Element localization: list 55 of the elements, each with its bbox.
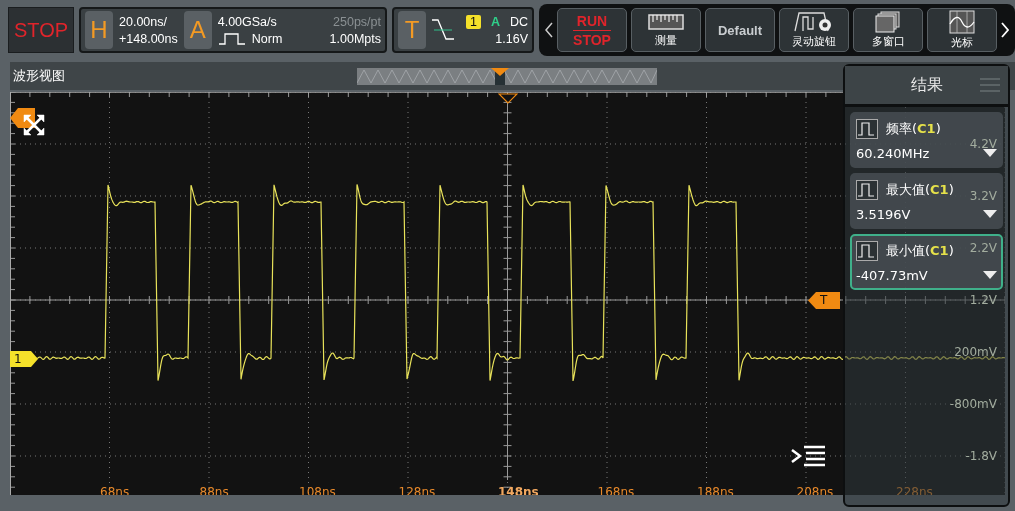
toolbar-button[interactable]: 灵动旋钮 — [779, 8, 849, 52]
trigger-coupling: DC — [509, 14, 528, 29]
menu-icon[interactable] — [790, 444, 826, 468]
sample-rate: 4.00GSa/s — [217, 14, 278, 29]
memory-depth: 1.00Mpts — [329, 31, 381, 46]
voltage-label: 2.2V — [969, 241, 997, 255]
cursor-graph-icon — [949, 10, 975, 34]
trigger-sweep: A — [490, 14, 500, 29]
horizontal-badge: H — [85, 11, 113, 49]
acquire-mode: Norm — [251, 31, 283, 46]
acquire-badge: A — [183, 11, 212, 49]
trigger-level: 1.16V — [495, 31, 528, 46]
measurement-value: 60.240MHz — [856, 145, 930, 161]
measurement-name: 频率(C1) — [886, 120, 941, 139]
trigger-badge: T — [398, 11, 426, 49]
waveform-thumbnail-icon — [856, 180, 878, 201]
chevron-left-icon[interactable] — [545, 22, 553, 38]
view-title: 波形视图 — [13, 67, 65, 85]
falling-edge-icon — [432, 17, 454, 43]
time-offset: +148.00ns — [119, 31, 178, 46]
expand-icon[interactable] — [22, 113, 46, 137]
voltage-label: 1.2V — [969, 293, 997, 307]
measurement-name: 最大值(C1) — [886, 181, 954, 200]
toolbar-button[interactable]: 多窗口 — [853, 8, 923, 52]
dropdown-caret-icon[interactable] — [983, 271, 997, 280]
toolbar-button[interactable]: 光标 — [927, 8, 997, 52]
trigger-level-marker[interactable]: T — [808, 292, 840, 309]
results-title: 结果 — [910, 74, 943, 96]
trigger-source-badge: 1 — [465, 14, 481, 29]
waveform-thumbnail-icon — [856, 241, 878, 262]
resolution: 250ps/pt — [333, 14, 381, 29]
waveform-overview-bar[interactable] — [357, 68, 657, 85]
channel-marker[interactable]: 1 — [10, 351, 38, 367]
voltage-label: -800mV — [949, 397, 997, 411]
stacked-windows-icon — [875, 11, 901, 33]
chevron-right-icon[interactable] — [1001, 22, 1009, 38]
voltage-label: 4.2V — [969, 137, 997, 151]
toolbar-button[interactable]: 测量 — [631, 8, 701, 52]
trigger-panel[interactable]: T 1 A DC 1.16V — [392, 7, 534, 53]
run-status: STOP — [8, 7, 74, 53]
pulse-icon — [217, 31, 246, 46]
measurement-name: 最小值(C1) — [886, 242, 954, 261]
waveform-thumbnail-icon — [856, 119, 878, 140]
ruler-icon — [648, 12, 684, 32]
voltage-label: 200mV — [954, 345, 997, 359]
measurement-value: -407.73mV — [856, 267, 928, 283]
waveform-knob-icon — [794, 11, 834, 33]
dropdown-caret-icon[interactable] — [983, 210, 997, 219]
dropdown-caret-icon[interactable] — [983, 149, 997, 158]
trigger-position-icon[interactable] — [498, 93, 518, 104]
time-scale: 20.00ns/ — [119, 14, 168, 29]
default-button[interactable]: Default — [705, 8, 775, 52]
voltage-label: 3.2V — [969, 189, 997, 203]
measurement-value: 3.5196V — [856, 206, 911, 222]
voltage-label: -1.8V — [965, 449, 997, 463]
